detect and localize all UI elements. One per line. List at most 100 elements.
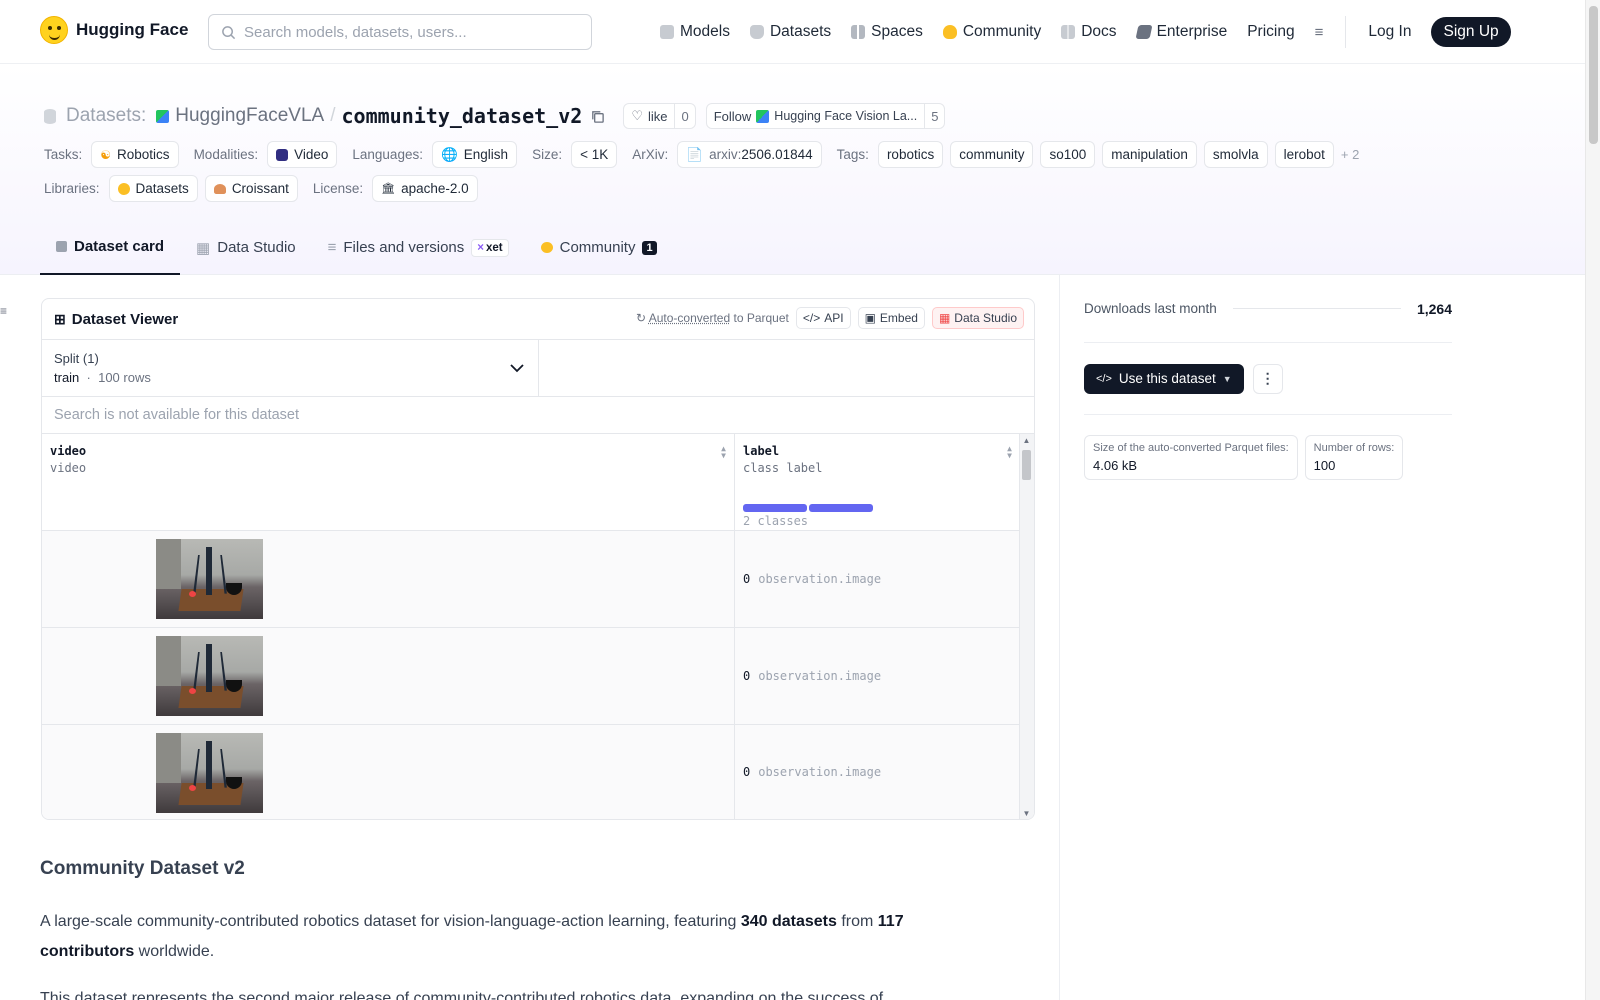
- library-croissant[interactable]: Croissant: [204, 175, 298, 202]
- search-icon: [222, 25, 236, 39]
- split-row: Split (1) train · 100 rows: [42, 340, 1034, 397]
- tab-community[interactable]: Community 1: [525, 220, 673, 275]
- task-tag[interactable]: ☯ Robotics: [91, 141, 179, 168]
- sidebar-toggle-icon[interactable]: ≡: [0, 304, 10, 318]
- api-button[interactable]: </> API: [795, 307, 851, 329]
- dataset-stats: Size of the auto-converted Parquet files…: [1084, 435, 1404, 480]
- viewer-table: video video ▲ ▼ label class label ▲ ▼ 2 cl…: [42, 434, 1034, 819]
- embed-button[interactable]: ▣ Embed: [857, 307, 925, 329]
- class-distribution-bar[interactable]: [743, 504, 873, 512]
- org-link[interactable]: HuggingFaceVLA: [175, 105, 324, 127]
- hf-icon: [117, 182, 130, 195]
- table-icon: ▦: [938, 311, 951, 325]
- dataset-viewer: ⊞ Dataset Viewer ↻ Auto-converted to Par…: [41, 298, 1035, 820]
- signup-button[interactable]: Sign Up: [1431, 17, 1511, 47]
- top-navbar: Hugging Face Models Datasets Spaces Comm…: [0, 0, 1585, 64]
- tag-lerobot[interactable]: lerobot: [1274, 141, 1334, 168]
- card-paragraph-2: This dataset represents the second major…: [40, 990, 884, 1000]
- more-options-icon[interactable]: ⋮: [1252, 363, 1283, 394]
- tag-community[interactable]: community: [950, 141, 1034, 168]
- sort-icon[interactable]: ▲ ▼: [721, 445, 726, 460]
- language-tag[interactable]: 🌐 English: [431, 141, 518, 168]
- tag-row-1: Tasks: ☯ Robotics Modalities: Video Langu…: [44, 141, 1359, 168]
- brand-logo[interactable]: Hugging Face: [40, 16, 188, 44]
- xet-badge: × xet: [471, 238, 509, 257]
- org-avatar-small: [756, 109, 770, 123]
- book-icon: [1061, 25, 1076, 39]
- table-row[interactable]: 0 observation.image: [42, 531, 1034, 628]
- video-thumbnail[interactable]: [156, 733, 263, 813]
- tag-robotics[interactable]: robotics: [877, 141, 944, 168]
- viewer-title: ⊞ Dataset Viewer: [54, 310, 179, 328]
- modality-tag[interactable]: Video: [267, 141, 338, 168]
- license-tag[interactable]: 🏛 apache-2.0: [372, 175, 478, 202]
- repo-tabs: Dataset card ▦ Data Studio ≡ Files and ver…: [40, 220, 673, 275]
- tab-data-studio[interactable]: ▦ Data Studio: [180, 220, 312, 275]
- library-datasets[interactable]: Datasets: [108, 175, 198, 202]
- more-tags[interactable]: + 2: [1341, 147, 1359, 162]
- database-icon: [44, 108, 56, 124]
- login-link[interactable]: Log In: [1368, 23, 1411, 41]
- search-input[interactable]: [244, 23, 574, 41]
- page-scrollbar[interactable]: [1585, 0, 1600, 1000]
- like-button[interactable]: ♡ like 0: [623, 103, 696, 129]
- parquet-size-stat: Size of the auto-converted Parquet files…: [1084, 435, 1298, 480]
- scrollbar-thumb[interactable]: [1022, 450, 1031, 480]
- data-studio-button[interactable]: ▦ Data Studio: [931, 307, 1024, 329]
- nav-datasets[interactable]: Datasets: [749, 23, 831, 41]
- tab-files[interactable]: ≡ Files and versions × xet: [312, 220, 525, 275]
- scroll-down-icon[interactable]: ▼: [1022, 809, 1031, 818]
- more-menu-icon[interactable]: ≡: [1315, 24, 1324, 41]
- column-video[interactable]: video video ▲ ▼: [42, 434, 735, 530]
- grid-icon: [851, 25, 866, 39]
- downloads-sparkline: [1232, 308, 1401, 309]
- database-icon: [749, 25, 764, 39]
- tab-dataset-card[interactable]: Dataset card: [40, 220, 181, 275]
- globe-icon: 🌐: [440, 146, 458, 162]
- follow-button[interactable]: Follow Hugging Face Vision La... 5: [705, 103, 946, 129]
- downloads-stat: Downloads last month 1,264: [1084, 275, 1452, 343]
- table-row[interactable]: 0 observation.image: [42, 725, 1034, 819]
- community-count: 1: [642, 240, 657, 255]
- scroll-up-icon[interactable]: ▲: [1022, 436, 1031, 445]
- size-tag[interactable]: < 1K: [571, 141, 618, 168]
- tag-smolvla[interactable]: smolvla: [1203, 141, 1268, 168]
- search-box[interactable]: [208, 14, 592, 50]
- auto-converted-link[interactable]: ↻ Auto-converted to Parquet: [636, 311, 789, 325]
- use-dataset-button[interactable]: </> Use this dataset ▼: [1084, 363, 1244, 394]
- table-row[interactable]: 0 observation.image: [42, 628, 1034, 725]
- video-thumbnail[interactable]: [156, 636, 263, 716]
- org-avatar: [156, 109, 170, 123]
- dataset-name[interactable]: community_dataset_v2: [341, 104, 582, 128]
- nav-links: Models Datasets Spaces Community Docs En…: [660, 0, 1511, 64]
- tag-row-2: Libraries: Datasets Croissant License: 🏛…: [44, 175, 478, 202]
- page-scrollbar-thumb[interactable]: [1589, 6, 1598, 144]
- viewer-header: ⊞ Dataset Viewer ↻ Auto-converted to Par…: [42, 299, 1034, 340]
- video-thumbnail[interactable]: [156, 539, 263, 619]
- nav-enterprise[interactable]: Enterprise: [1135, 23, 1227, 41]
- nav-docs[interactable]: Docs: [1061, 23, 1117, 41]
- robot-arm-icon: ☯: [100, 147, 112, 162]
- video-icon: [276, 148, 289, 161]
- split-select[interactable]: Split (1) train · 100 rows: [42, 340, 539, 396]
- card-heading: Community Dataset v2: [40, 858, 245, 879]
- nav-community[interactable]: Community: [942, 23, 1041, 41]
- sort-icon[interactable]: ▲ ▼: [1007, 445, 1012, 460]
- cube-icon: [660, 25, 674, 39]
- table-scrollbar[interactable]: ▲ ▼: [1019, 434, 1034, 819]
- heart-icon: ♡: [631, 108, 643, 123]
- hf-logo-icon: [40, 16, 68, 44]
- tag-manipulation[interactable]: manipulation: [1102, 141, 1197, 168]
- nav-pricing[interactable]: Pricing: [1247, 23, 1294, 41]
- repo-title: Datasets: HuggingFaceVLA / community_dat…: [44, 103, 946, 129]
- table-icon: ⊞: [54, 310, 66, 327]
- copy-icon[interactable]: [590, 109, 605, 124]
- arxiv-tag[interactable]: 📄 arxiv: 2506.01844: [677, 141, 822, 168]
- like-count: 0: [674, 104, 694, 128]
- tag-so100[interactable]: so100: [1040, 141, 1096, 168]
- column-label[interactable]: label class label ▲ ▼ 2 classes: [735, 434, 1020, 530]
- nav-models[interactable]: Models: [660, 23, 730, 41]
- refresh-icon: ↻: [636, 311, 649, 325]
- briefcase-icon: [1135, 25, 1153, 39]
- nav-spaces[interactable]: Spaces: [851, 23, 923, 41]
